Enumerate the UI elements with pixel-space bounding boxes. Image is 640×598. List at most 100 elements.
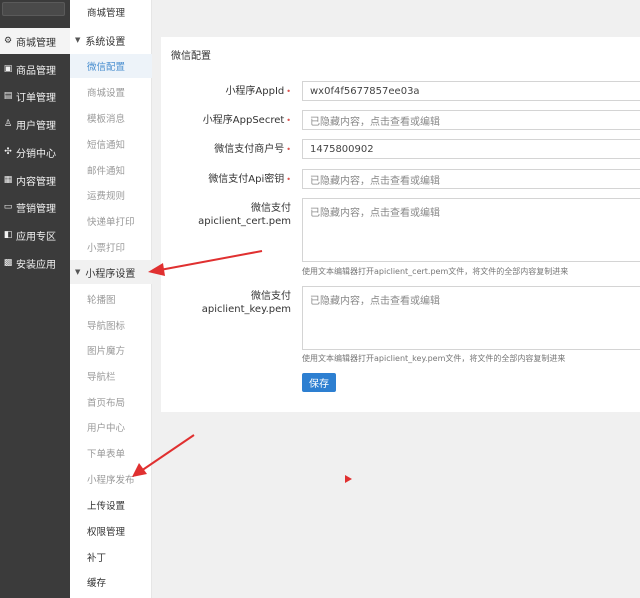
sidebar-item-label: 安装应用	[16, 259, 56, 271]
key-hint: 使用文本编辑器打开apiclient_key.pem文件，将文件的全部内容复制进…	[302, 354, 566, 363]
required-mark: •	[286, 116, 291, 125]
wechat-config-panel: 微信配置 小程序AppId • wx0f4f5677857ee03a 小程序App…	[161, 37, 640, 412]
menu-item-label: 商城管理	[87, 8, 126, 19]
menu-item-receipt-print[interactable]: 小票打印	[70, 235, 152, 259]
sidebar-item-label: 内容管理	[16, 176, 56, 188]
required-mark: •	[286, 175, 291, 184]
menu-item-express-print[interactable]: 快递单打印	[70, 209, 152, 233]
sidebar-item-apps[interactable]: ◧ 应用专区	[0, 222, 70, 248]
label-text: 微信支付商户号	[214, 144, 285, 155]
sidebar-item-label: 分销中心	[16, 148, 56, 160]
label-line1: 微信支付	[251, 291, 291, 302]
menu-item-label: 补丁	[87, 553, 107, 564]
sidebar-item-orders[interactable]: ▤ 订单管理	[0, 83, 70, 109]
main-sidebar: ⚙ 商城管理 ▣ 商品管理 ▤ 订单管理 ♙ 用户管理 ✣ 分销中心 ▦ 内容管…	[0, 0, 70, 598]
main-content: 微信配置 小程序AppId • wx0f4f5677857ee03a 小程序App…	[152, 0, 640, 598]
required-mark: •	[286, 145, 291, 154]
menu-item-upload-settings[interactable]: 上传设置	[70, 493, 152, 517]
cert-textarea[interactable]: 已隐藏内容，点击查看或编辑	[302, 198, 640, 262]
menu-item-permissions[interactable]: 权限管理	[70, 519, 152, 543]
menu-item-label: 权限管理	[87, 527, 126, 538]
appsecret-label: 小程序AppSecret •	[203, 114, 291, 127]
mchid-input[interactable]: 1475800902	[302, 139, 640, 159]
menu-item-label: 短信通知	[87, 140, 126, 151]
menu-item-mall-settings[interactable]: 商城设置	[70, 80, 152, 104]
sidebar-item-label: 应用专区	[16, 231, 56, 243]
menu-group-miniapp[interactable]: ▼ 小程序设置	[70, 260, 152, 284]
sidebar-item-label: 用户管理	[16, 120, 56, 132]
appid-label: 小程序AppId •	[225, 85, 291, 98]
sidebar-item-distribution[interactable]: ✣ 分销中心	[0, 139, 70, 165]
menu-item-cache[interactable]: 缓存	[70, 570, 152, 594]
menu-item-label: 邮件通知	[87, 166, 126, 177]
apikey-input[interactable]: 已隐藏内容，点击查看或编辑	[302, 169, 640, 189]
apps-icon: ◧	[3, 230, 13, 240]
user-icon: ♙	[3, 119, 13, 129]
marketing-icon: ▭	[3, 202, 13, 212]
menu-item-label: 上传设置	[87, 501, 126, 512]
menu-item-label: 轮播图	[87, 295, 116, 306]
label-text: 小程序AppId	[225, 86, 285, 97]
save-button[interactable]: 保存	[302, 373, 336, 392]
menu-group-label: 小程序设置	[85, 268, 136, 280]
menu-item-order-form[interactable]: 下单表单	[70, 441, 152, 465]
menu-item-user-center[interactable]: 用户中心	[70, 415, 152, 439]
menu-item-sms[interactable]: 短信通知	[70, 132, 152, 156]
menu-item-label: 导航栏	[87, 372, 116, 383]
sidebar-item-label: 订单管理	[16, 92, 56, 104]
menu-group-system[interactable]: ▼ 系统设置	[70, 28, 152, 52]
sidebar-item-label: 营销管理	[16, 203, 56, 215]
order-icon: ▤	[3, 91, 13, 101]
appsecret-input[interactable]: 已隐藏内容，点击查看或编辑	[302, 110, 640, 130]
cert-hint: 使用文本编辑器打开apiclient_cert.pem文件，将文件的全部内容复制…	[302, 267, 569, 276]
label-text: 微信支付Api密钥	[208, 174, 285, 185]
network-icon: ✣	[4, 147, 12, 157]
menu-item-label: 商城设置	[87, 88, 126, 99]
menu-item-wechat-config[interactable]: 微信配置	[70, 54, 152, 78]
key-textarea[interactable]: 已隐藏内容，点击查看或编辑	[302, 286, 640, 350]
sidebar-item-install[interactable]: ▩ 安装应用	[0, 250, 70, 276]
store-icon: ▣	[3, 64, 13, 74]
menu-item-miniapp-publish[interactable]: 小程序发布	[70, 467, 152, 491]
menu-item-label: 下单表单	[87, 449, 126, 460]
sidebar-item-users[interactable]: ♙ 用户管理	[0, 111, 70, 137]
key-label: 微信支付 apiclient_key.pem	[202, 290, 291, 316]
menu-item-label: 微信配置	[87, 62, 126, 73]
appid-input[interactable]: wx0f4f5677857ee03a	[302, 81, 640, 101]
sidebar-item-label: 商品管理	[16, 65, 56, 77]
label-line1: 微信支付	[251, 203, 291, 214]
caret-down-icon: ▼	[75, 268, 81, 276]
menu-item-shipping-rules[interactable]: 运费规则	[70, 183, 152, 207]
menu-item-label: 小票打印	[87, 243, 126, 254]
menu-item-label: 首页布局	[87, 398, 126, 409]
sidebar-search-box[interactable]	[2, 2, 65, 16]
label-text: 小程序AppSecret	[202, 115, 285, 126]
menu-item-label: 用户中心	[87, 423, 126, 434]
menu-item-email[interactable]: 邮件通知	[70, 158, 152, 182]
gear-icon: ⚙	[3, 36, 13, 46]
secondary-menu: 商城管理 ▼ 系统设置 微信配置 商城设置 模板消息 短信通知 邮件通知 运费规…	[70, 0, 152, 598]
menu-item-home-layout[interactable]: 首页布局	[70, 390, 152, 414]
sidebar-item-mall[interactable]: ⚙ 商城管理	[0, 28, 70, 54]
menu-item-label: 运费规则	[87, 191, 126, 202]
menu-item-nav-icons[interactable]: 导航图标	[70, 313, 152, 337]
menu-item-carousel[interactable]: 轮播图	[70, 287, 152, 311]
menu-item-patch[interactable]: 补丁	[70, 545, 152, 569]
required-mark: •	[286, 87, 291, 96]
menu-item-template-msg[interactable]: 模板消息	[70, 106, 152, 130]
content-icon: ▦	[3, 175, 13, 185]
menu-group-label: 系统设置	[85, 36, 126, 48]
panel-title: 微信配置	[171, 51, 211, 62]
menu-item-label: 缓存	[87, 578, 107, 589]
sidebar-item-marketing[interactable]: ▭ 营销管理	[0, 194, 70, 220]
sidebar-item-label: 商城管理	[16, 37, 56, 49]
menu-item-label: 图片魔方	[87, 346, 126, 357]
mchid-label: 微信支付商户号 •	[214, 143, 291, 156]
menu-item-label: 快递单打印	[87, 217, 135, 228]
install-icon: ▩	[3, 258, 13, 268]
menu-item-mall-manage[interactable]: 商城管理	[70, 0, 152, 24]
sidebar-item-content[interactable]: ▦ 内容管理	[0, 167, 70, 193]
menu-item-image-cube[interactable]: 图片魔方	[70, 338, 152, 362]
menu-item-navbar[interactable]: 导航栏	[70, 364, 152, 388]
sidebar-item-products[interactable]: ▣ 商品管理	[0, 56, 70, 82]
